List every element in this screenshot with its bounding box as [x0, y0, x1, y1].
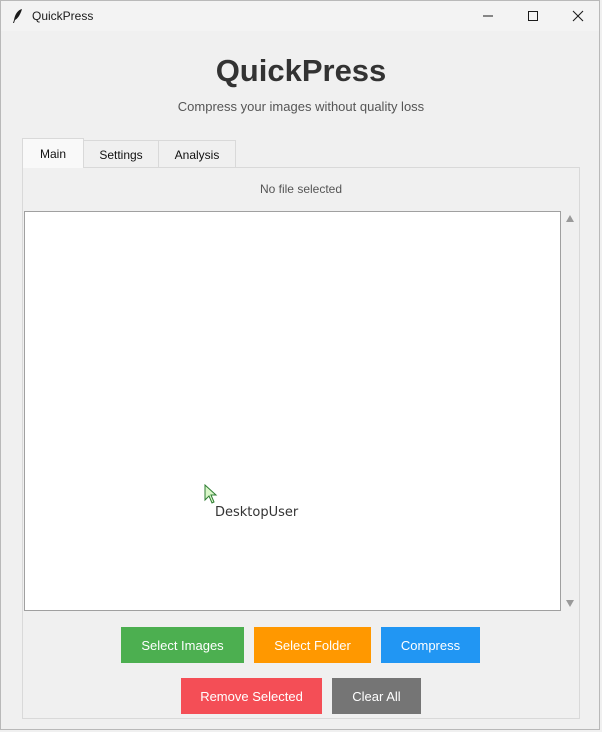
scroll-up-icon[interactable] [566, 215, 574, 222]
tab-main[interactable]: Main [22, 138, 84, 168]
feather-icon [13, 9, 22, 23]
tab-settings[interactable]: Settings [83, 140, 159, 168]
close-icon [572, 10, 584, 22]
main-tab-panel: No file selected Select Images Select Fo… [22, 167, 580, 719]
window-title: QuickPress [32, 9, 94, 23]
app-heading: QuickPress [215, 53, 387, 88]
select-folder-button[interactable]: Select Folder [254, 627, 371, 663]
file-list-scrollbar[interactable] [562, 211, 579, 611]
select-images-button[interactable]: Select Images [121, 627, 244, 663]
pointer-cursor-icon [204, 484, 218, 504]
file-status-label: No file selected [259, 182, 343, 196]
file-listbox[interactable] [24, 211, 561, 611]
close-button[interactable] [555, 1, 601, 31]
tab-analysis[interactable]: Analysis [158, 140, 236, 168]
maximize-icon [528, 11, 538, 21]
clear-all-button[interactable]: Clear All [332, 678, 421, 714]
title-bar[interactable]: QuickPress [1, 1, 599, 31]
maximize-button[interactable] [510, 1, 556, 31]
scroll-down-icon[interactable] [566, 600, 574, 607]
app-window: QuickPress QuickPress Compress your imag… [0, 0, 600, 730]
compress-button[interactable]: Compress [381, 627, 480, 663]
minimize-icon [483, 15, 493, 17]
remove-selected-button[interactable]: Remove Selected [181, 678, 322, 714]
cursor-user-label: DesktopUser [215, 505, 299, 520]
app-subtitle: Compress your images without quality los… [177, 99, 425, 114]
minimize-button[interactable] [465, 1, 511, 31]
